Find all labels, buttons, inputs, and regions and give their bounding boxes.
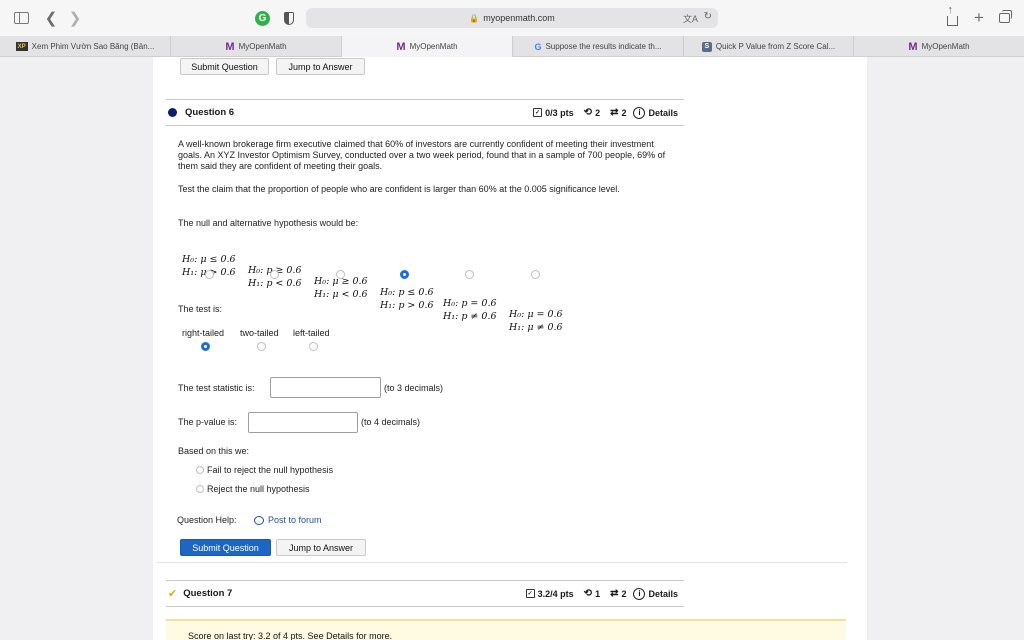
question-6-details-link[interactable]: Details: [648, 108, 678, 118]
test-statistic-label: The test statistic is:: [178, 383, 255, 393]
info-icon[interactable]: i: [633, 587, 646, 600]
tab-myopenmath-2[interactable]: M MyOpenMath: [342, 36, 513, 57]
question-7-meta: ✓ 3.2/4 pts ⟲ 1 ⇄ 2 i Details: [525, 587, 684, 600]
left-tailed-label: left-tailed: [293, 328, 330, 338]
back-arrow-icon[interactable]: ❮: [44, 9, 58, 27]
test-statistic-hint: (to 3 decimals): [384, 383, 444, 393]
hypothesis-5-h1: H₁: p ≠ 0.6: [443, 311, 497, 322]
tab-myopenmath-1[interactable]: M MyOpenMath: [171, 36, 342, 57]
hypothesis-2-radio[interactable]: [270, 270, 279, 279]
question-6-paragraph-2: Test the claim that the proportion of pe…: [178, 184, 620, 194]
hypothesis-prompt: The null and alternative hypothesis woul…: [178, 218, 359, 228]
share-icon[interactable]: [944, 4, 960, 27]
score-checkbox-icon: ✓: [533, 108, 543, 117]
hypothesis-3-h1: H₁: μ < 0.6: [314, 289, 368, 300]
two-tailed-label: two-tailed: [240, 328, 279, 338]
section-divider: [157, 562, 847, 563]
hypothesis-1-radio[interactable]: [205, 270, 214, 279]
question-7-retries: 1: [595, 588, 601, 599]
translate-icon[interactable]: 文A: [683, 12, 698, 25]
retry-icon: ⟲: [583, 107, 593, 118]
reject-null-radio[interactable]: [196, 485, 204, 493]
current-question-bullet-icon: [168, 108, 177, 117]
score-banner: Score on last try: 3.2 of 4 pts. See Det…: [166, 619, 846, 640]
post-to-forum-link[interactable]: Post to forum: [254, 515, 322, 525]
url-text: myopenmath.com: [483, 13, 555, 23]
checkmark-icon: ✔: [168, 588, 178, 600]
s-favicon-icon: S: [701, 41, 712, 52]
test-statistic-input[interactable]: [270, 377, 381, 398]
sidebar-toggle-icon[interactable]: [12, 9, 30, 27]
tab-xem-phim[interactable]: XP Xem Phim Vườn Sao Băng (Bản...: [0, 36, 171, 57]
forward-arrow-icon[interactable]: ❯: [68, 9, 82, 27]
two-tailed-radio[interactable]: [257, 342, 266, 351]
xem-phim-favicon-icon: XP: [15, 42, 28, 51]
submit-question-button-prev[interactable]: Submit Question: [180, 58, 269, 75]
question-6-meta: ✓ 0/3 pts ⟲ 2 ⇄ 2 i Details: [533, 106, 684, 119]
google-favicon-icon: G: [534, 41, 542, 52]
new-tab-plus-icon[interactable]: +: [972, 8, 986, 27]
hypothesis-2-h1: H₁: p < 0.6: [248, 278, 302, 289]
question-6-points: 0/3 pts: [545, 107, 574, 118]
question-7-details-link[interactable]: Details: [648, 589, 678, 599]
based-on-label: Based on this we:: [178, 446, 250, 456]
question-help-label: Question Help:: [177, 515, 237, 525]
hypothesis-5-h0: H₀: p = 0.6: [443, 298, 497, 309]
hypothesis-4-radio[interactable]: [400, 270, 409, 279]
privacy-shield-icon[interactable]: [282, 9, 296, 27]
browser-toolbar: ❮ ❯ G 🔒 myopenmath.com 文A ↻ +: [0, 0, 1024, 36]
question-6-paragraph-1: A well-known brokerage firm executive cl…: [178, 139, 666, 171]
address-bar[interactable]: 🔒 myopenmath.com 文A ↻: [306, 8, 718, 28]
reload-icon[interactable]: ↻: [704, 11, 712, 22]
question-7-versions: 2: [621, 588, 627, 599]
question-7-title: Question 7: [183, 588, 233, 599]
p-value-label: The p-value is:: [178, 417, 238, 427]
myopenmath-favicon-icon: M: [908, 40, 918, 53]
info-icon[interactable]: i: [633, 106, 646, 119]
hypothesis-4-h1: H₁: p > 0.6: [380, 300, 434, 311]
right-tailed-radio[interactable]: [201, 342, 210, 351]
question-6-title: Question 6: [185, 107, 235, 118]
fail-to-reject-radio[interactable]: [196, 466, 204, 474]
hypothesis-6-h0: H₀: μ = 0.6: [509, 309, 563, 320]
question-7-header: ✔ Question 7 ✓ 3.2/4 pts ⟲ 1 ⇄ 2 i Detai…: [166, 580, 684, 607]
versions-icon: ⇄: [610, 107, 619, 118]
score-checkbox-icon: ✓: [525, 589, 535, 598]
submit-question-button[interactable]: Submit Question: [180, 539, 271, 556]
tab-google-search[interactable]: G Suppose the results indicate th...: [513, 36, 684, 57]
hypothesis-4-h0: H₀: p ≤ 0.6: [380, 287, 434, 298]
retry-icon: ⟲: [583, 588, 593, 599]
question-7-points: 3.2/4 pts: [537, 588, 574, 599]
p-value-hint: (to 4 decimals): [361, 417, 421, 427]
tab-strip: XP Xem Phim Vườn Sao Băng (Bản... M MyOp…: [0, 36, 1024, 57]
hypothesis-6-radio[interactable]: [531, 270, 540, 279]
tab-myopenmath-3[interactable]: M MyOpenMath: [854, 36, 1024, 57]
fail-to-reject-label: Fail to reject the null hypothesis: [207, 465, 334, 475]
jump-to-answer-button[interactable]: Jump to Answer: [276, 539, 366, 556]
tab-overview-icon[interactable]: [996, 9, 1012, 27]
hypothesis-options-alt: H₁: μ > 0.6 H₁: p < 0.6 H₁: μ < 0.6 H₁: …: [182, 256, 563, 333]
right-tailed-label: right-tailed: [182, 328, 225, 338]
hypothesis-3-radio[interactable]: [336, 270, 345, 279]
score-banner-text: Score on last try: 3.2 of 4 pts. See Det…: [188, 631, 393, 640]
tab-p-value-calc[interactable]: S Quick P Value from Z Score Cal...: [684, 36, 854, 57]
hypothesis-6-h1: H₁: μ ≠ 0.6: [509, 322, 563, 333]
reject-null-label: Reject the null hypothesis: [207, 484, 310, 494]
grammarly-extension-icon[interactable]: G: [254, 9, 271, 27]
p-value-input[interactable]: [248, 412, 358, 433]
question-6-retries: 2: [595, 107, 601, 118]
test-type-prompt: The test is:: [178, 304, 223, 314]
myopenmath-favicon-icon: M: [225, 40, 235, 53]
question-6-versions: 2: [621, 107, 627, 118]
left-tailed-radio[interactable]: [309, 342, 318, 351]
jump-to-answer-button-prev[interactable]: Jump to Answer: [276, 58, 365, 75]
hypothesis-5-radio[interactable]: [465, 270, 474, 279]
lock-icon: 🔒: [469, 13, 480, 23]
question-6-header: Question 6 ✓ 0/3 pts ⟲ 2 ⇄ 2 i Details: [166, 99, 684, 126]
hypothesis-1-h0: H₀: μ ≤ 0.6: [182, 254, 236, 265]
chat-bubble-icon: [254, 515, 264, 525]
myopenmath-favicon-icon: M: [396, 40, 406, 53]
versions-icon: ⇄: [610, 588, 619, 599]
